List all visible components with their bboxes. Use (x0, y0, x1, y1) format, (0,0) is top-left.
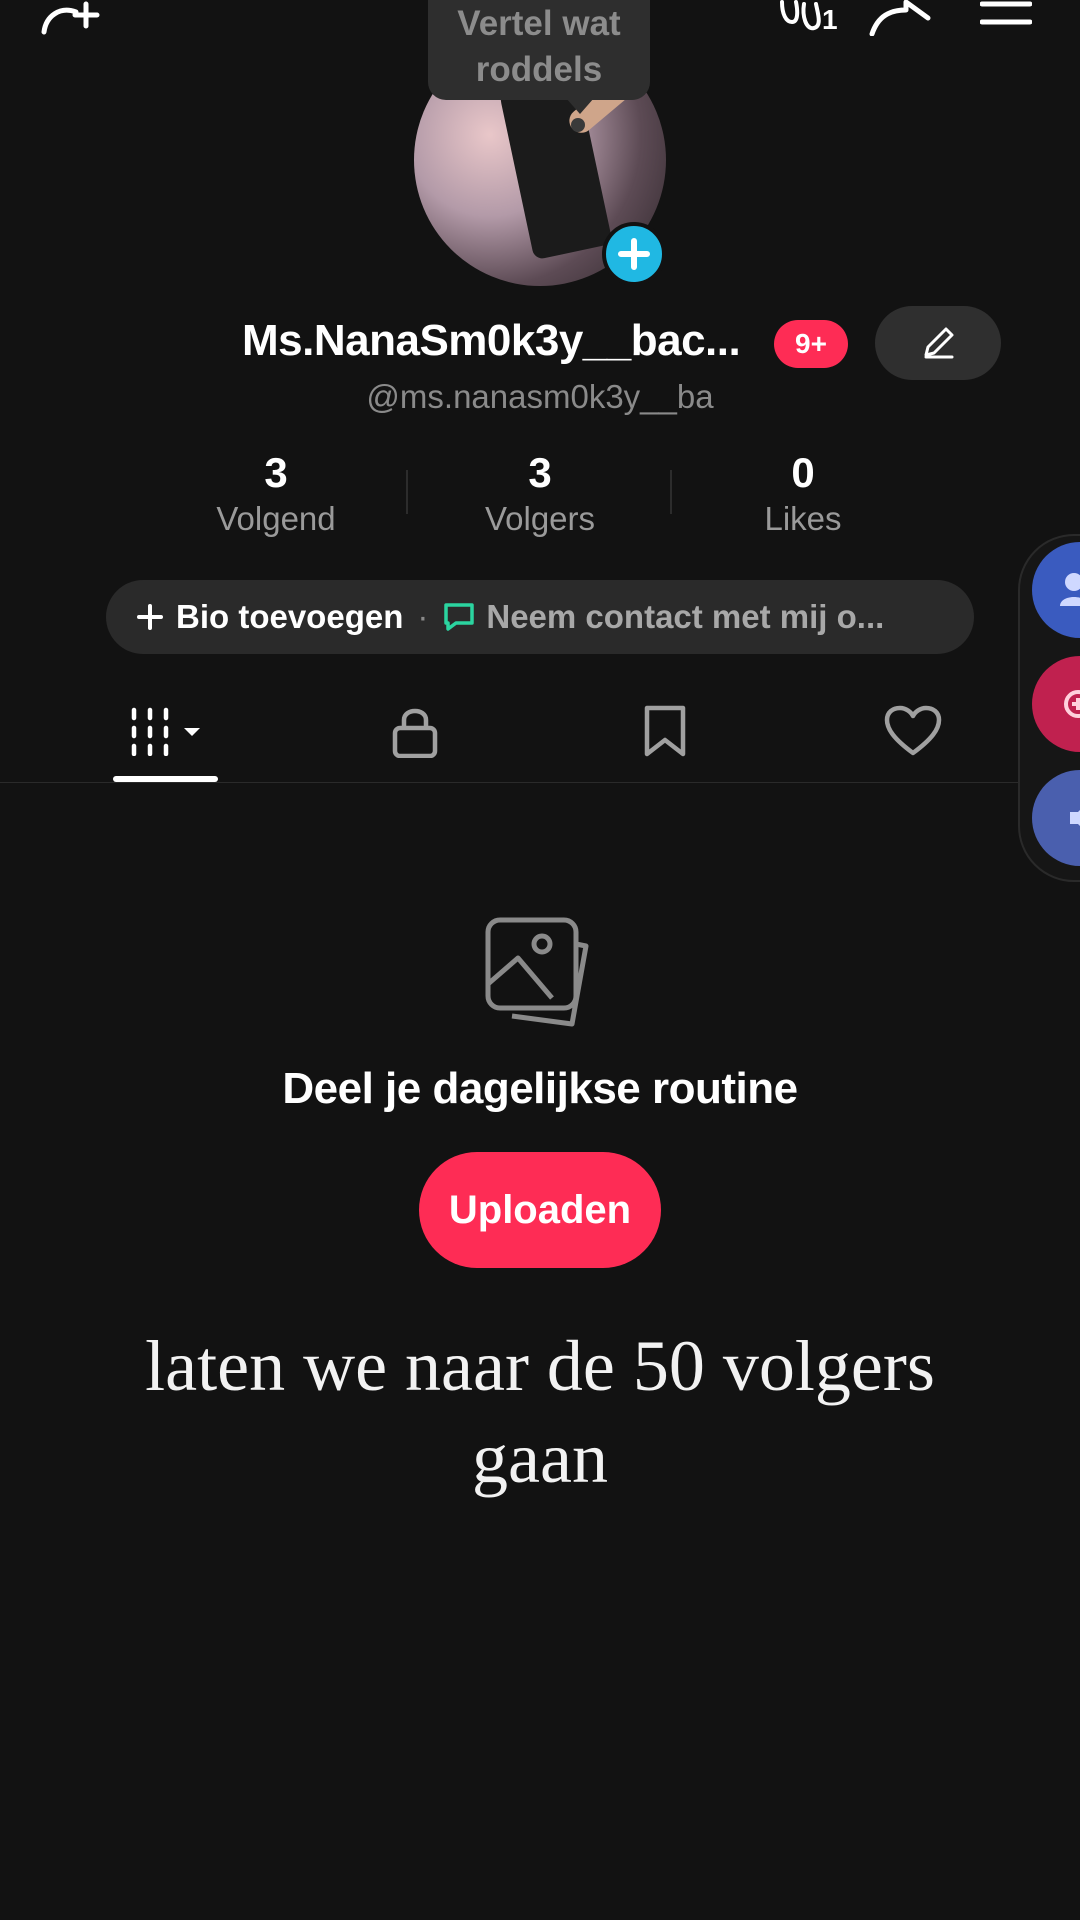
status-bubble-line2: roddels (475, 50, 603, 89)
side-button-more[interactable] (1032, 770, 1080, 866)
stat-followers[interactable]: 3 Volgers (430, 448, 650, 540)
bio-bar: Bio toevoegen · Neem contact met mij o..… (106, 580, 974, 654)
profile-views-count: 1 (822, 4, 838, 35)
stat-followers-label: Volgers (484, 500, 596, 537)
menu-button[interactable] (978, 0, 1034, 30)
plus-icon (618, 238, 650, 270)
contact-me-button[interactable]: Neem contact met mij o... (486, 598, 884, 636)
caption-line1: laten we naar de 50 volgers (145, 1326, 935, 1406)
bookmark-icon (644, 705, 686, 757)
stat-likes-label: Likes (764, 500, 842, 537)
menu-icon (980, 1, 1032, 25)
status-bubble-dot (571, 118, 585, 132)
grid-icon (131, 707, 200, 756)
profile-page: 1 Vertel wat roddels Ms.NanaSm0k3y__bac.… (0, 0, 1080, 1920)
speaker-icon (1070, 810, 1080, 826)
display-name: Ms.NanaSm0k3y__bac... (242, 316, 741, 365)
photos-icon (480, 912, 600, 1032)
profile-views-button[interactable]: 1 (768, 0, 840, 36)
username: @ms.nanasm0k3y__ba (366, 378, 714, 415)
upload-button[interactable]: Uploaden (419, 1152, 661, 1268)
status-bubble-line1: Vertel wat (457, 4, 621, 43)
stat-likes[interactable]: 0 Likes (693, 448, 913, 540)
status-bubble[interactable]: Vertel wat roddels (428, 0, 650, 100)
notification-badge[interactable]: 9+ (774, 320, 848, 368)
add-friend-button[interactable] (38, 0, 108, 36)
side-button-add[interactable] (1032, 656, 1080, 752)
add-friend-icon (41, 1, 100, 35)
plus-icon (137, 604, 163, 630)
stat-following-value: 3 (264, 449, 288, 496)
add-bio-button[interactable]: Bio toevoegen (176, 598, 403, 636)
stat-following-label: Volgend (216, 500, 336, 537)
tab-liked[interactable] (868, 700, 958, 762)
stat-following[interactable]: 3 Volgend (166, 448, 386, 540)
heart-icon (884, 705, 942, 756)
tab-private[interactable] (370, 700, 460, 762)
add-circle-icon (1064, 690, 1080, 718)
person-icon (1060, 573, 1080, 606)
tab-saved[interactable] (620, 700, 710, 762)
chat-icon (444, 603, 475, 631)
stat-likes-value: 0 (791, 449, 815, 496)
side-button-friends[interactable] (1032, 542, 1080, 638)
bio-separator: · (417, 598, 429, 635)
empty-state-title: Deel je dagelijkse routine (282, 1064, 798, 1113)
stat-followers-value: 3 (528, 449, 552, 496)
edit-profile-button[interactable] (875, 306, 1001, 380)
share-profile-button[interactable] (868, 0, 934, 36)
share-icon (869, 0, 931, 36)
stat-divider (670, 470, 672, 514)
add-story-button[interactable] (602, 222, 666, 286)
caption-text: laten we naar de 50 volgers gaan (80, 1320, 1000, 1504)
tab-videos[interactable] (113, 700, 218, 762)
caption-line2: gaan (472, 1418, 608, 1498)
lock-icon (392, 708, 438, 758)
stat-divider (406, 470, 408, 514)
tab-divider (0, 782, 1080, 783)
status-bubble-tail (566, 98, 594, 114)
pencil-icon (924, 327, 954, 359)
